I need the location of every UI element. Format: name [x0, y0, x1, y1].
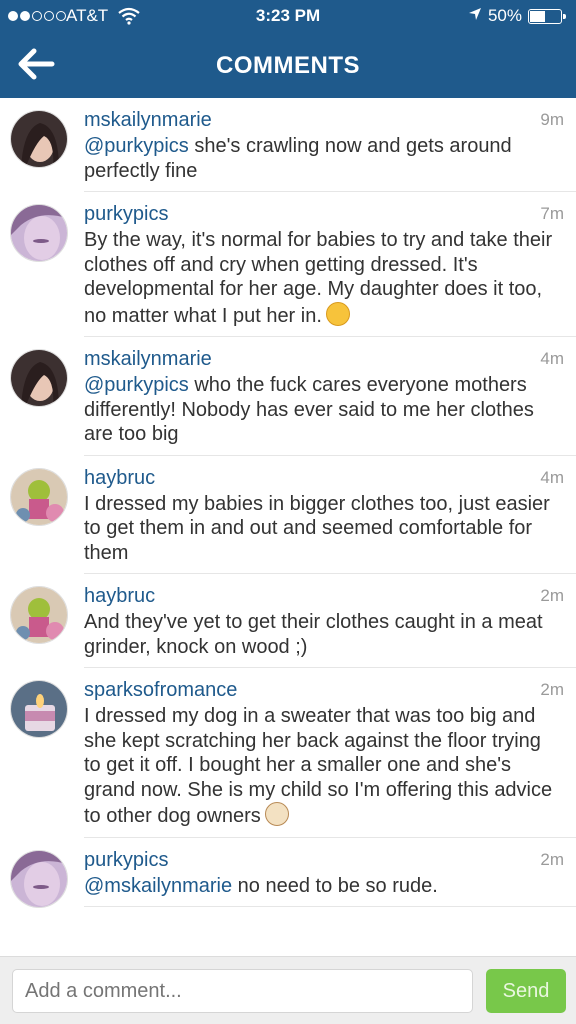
comment-text: @mskailynmarie no need to be so rude. [84, 874, 438, 897]
location-arrow-icon [468, 6, 482, 26]
comment-username[interactable]: sparksofromance [84, 668, 576, 702]
top-bar: AT&T 3:23 PM 50% COMMENTS [0, 0, 576, 98]
comment-item: purkypics 7m By the way, it's normal for… [10, 192, 576, 337]
comment-text: And they've yet to get their clothes cau… [84, 611, 543, 658]
comment-text: @purkypics she's crawling now and gets a… [84, 135, 512, 182]
comment-username[interactable]: purkypics [84, 192, 576, 226]
comment-item: haybruc 4m I dressed my babies in bigger… [10, 456, 576, 574]
comment-time: 2m [540, 849, 564, 869]
comment-text: @purkypics who the fuck cares everyone m… [84, 374, 534, 445]
comment-item: mskailynmarie 9m @purkypics she's crawli… [10, 98, 576, 192]
navigation-bar: COMMENTS [0, 34, 576, 98]
comment-item: mskailynmarie 4m @purkypics who the fuck… [10, 337, 576, 456]
comment-input[interactable] [12, 969, 473, 1013]
comment-username[interactable]: mskailynmarie [84, 98, 576, 132]
comment-username[interactable]: haybruc [84, 456, 576, 490]
avatar[interactable] [10, 467, 68, 526]
comment-time: 2m [540, 680, 564, 699]
battery-percent: 50% [487, 6, 522, 25]
avatar[interactable] [10, 349, 68, 407]
battery-icon [528, 8, 566, 24]
page-title: COMMENTS [216, 52, 360, 79]
avatar[interactable] [10, 586, 68, 644]
comment-time: 4m [540, 349, 564, 368]
avatar[interactable] [10, 110, 68, 168]
comment-text: I dressed my babies in bigger clothes to… [84, 492, 550, 564]
comment-composer: Send [0, 956, 576, 1024]
mention-link[interactable]: @purkypics [84, 374, 189, 396]
comment-item: haybruc 2m And they've yet to get their … [10, 574, 576, 668]
mention-link[interactable]: @purkypics [84, 135, 189, 157]
comment-username[interactable]: mskailynmarie [84, 337, 576, 371]
comment-time: 2m [540, 586, 564, 605]
send-button[interactable]: Send [486, 969, 566, 1013]
wink-emoji-icon [325, 301, 350, 326]
comment-time: 7m [540, 204, 564, 223]
mention-link[interactable]: @mskailynmarie [84, 875, 232, 897]
comment-text: I dressed my dog in a sweater that was t… [84, 705, 553, 827]
status-right: 50% [468, 6, 566, 26]
avatar[interactable] [10, 849, 68, 908]
comment-item: sparksofromance 2m I dressed my dog in a… [10, 668, 576, 838]
comment-item: purkypics 2m @mskailynmarie no need to b… [10, 838, 576, 908]
comment-text: By the way, it's normal for babies to tr… [84, 229, 553, 327]
dog-emoji-icon [264, 802, 289, 826]
comment-time: 9m [540, 110, 564, 129]
comments-list[interactable]: mskailynmarie 9m @purkypics she's crawli… [0, 98, 576, 956]
comment-username[interactable]: haybruc [84, 574, 576, 608]
comment-time: 4m [540, 467, 564, 487]
status-bar: AT&T 3:23 PM 50% [0, 0, 576, 34]
avatar[interactable] [10, 680, 68, 738]
comment-username[interactable]: purkypics [84, 838, 576, 872]
avatar[interactable] [10, 204, 68, 262]
